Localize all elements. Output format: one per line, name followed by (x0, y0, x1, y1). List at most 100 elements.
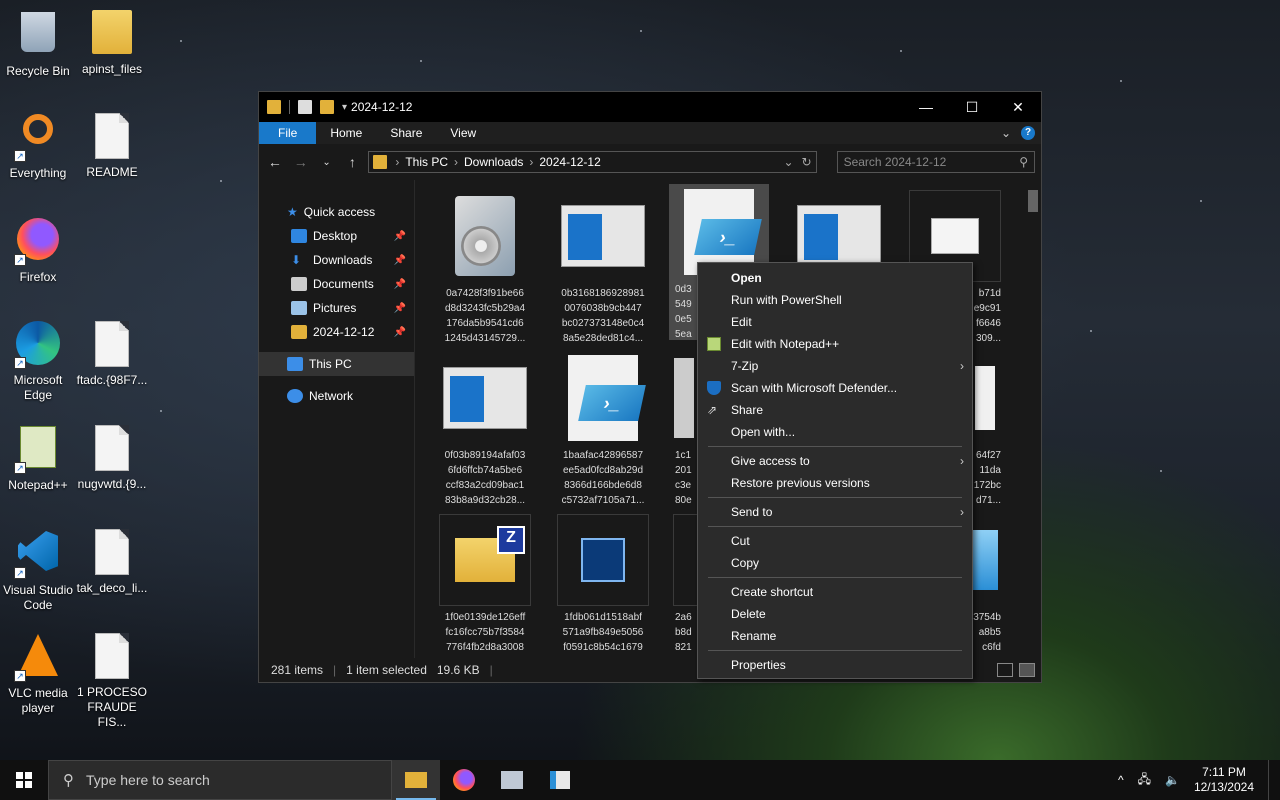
scrollbar-thumb[interactable] (1028, 190, 1038, 212)
divider (289, 100, 290, 114)
search-icon: ⚲ (1019, 155, 1028, 169)
desktop-icon-everything[interactable]: ↗ Everything (0, 112, 76, 181)
menu-item-edit-with-notepadpp[interactable]: Edit with Notepad++ (698, 333, 972, 355)
desktop-icon-vscode[interactable]: ↗ Visual Studio Code (0, 528, 76, 613)
desktop-icon-readme[interactable]: README (74, 112, 150, 180)
tab-home[interactable]: Home (316, 122, 376, 144)
volume-muted-icon[interactable]: 🔈 (1165, 773, 1180, 787)
menu-item-delete[interactable]: Delete (698, 603, 972, 625)
taskbar-file-explorer[interactable] (392, 760, 440, 800)
desktop-icon-apinst-files[interactable]: apinst_files (74, 8, 150, 77)
breadcrumb-current-folder[interactable]: 2024-12-12 (539, 155, 600, 169)
documents-icon (291, 277, 307, 291)
menu-item-share[interactable]: ⇗ Share (698, 399, 972, 421)
nav-item-pictures[interactable]: Pictures 📌 (259, 296, 414, 320)
vertical-scrollbar[interactable] (1025, 180, 1041, 658)
menu-item-create-shortcut[interactable]: Create shortcut (698, 581, 972, 603)
menu-label: Run with PowerShell (731, 293, 842, 307)
desktop-icon-vlc[interactable]: ↗ VLC media player (0, 632, 76, 716)
details-view-icon[interactable] (997, 663, 1013, 677)
menu-item-give-access-to[interactable]: Give access to › (698, 450, 972, 472)
up-arrow-icon[interactable]: ↑ (342, 154, 362, 170)
title-bar[interactable]: ▾ 2024-12-12 — ☐ ✕ (259, 92, 1041, 122)
nav-item-downloads[interactable]: ⬇ Downloads 📌 (259, 248, 414, 272)
breadcrumb-downloads[interactable]: Downloads (464, 155, 523, 169)
desktop-icon-firefox[interactable]: ↗ Firefox (0, 216, 76, 285)
new-folder-icon[interactable] (320, 100, 334, 114)
address-bar[interactable]: › This PC › Downloads › 2024-12-12 ⌄ ↻ (368, 151, 817, 173)
menu-item-7zip[interactable]: 7-Zip › (698, 355, 972, 377)
close-button[interactable]: ✕ (995, 92, 1041, 122)
clock[interactable]: 7:11 PM 12/13/2024 (1194, 765, 1254, 795)
taskbar-app-4[interactable] (536, 760, 584, 800)
menu-item-cut[interactable]: Cut (698, 530, 972, 552)
search-input[interactable]: Search 2024-12-12 ⚲ (836, 151, 1035, 173)
show-desktop-button[interactable] (1268, 760, 1272, 800)
desktop-icon-tak-deco[interactable]: tak_deco_li... (74, 528, 150, 596)
taskbar-app-3[interactable] (488, 760, 536, 800)
file-item[interactable]: 1f0e0139de126eff fc16fcc75b7f3584 776f4f… (435, 512, 535, 655)
defender-shield-icon (707, 381, 721, 395)
system-tray: ^ 🖧 🔈 7:11 PM 12/13/2024 (1118, 760, 1280, 800)
minimize-button[interactable]: — (903, 92, 949, 122)
file-name-line: bc027373148e0c4 (561, 318, 645, 329)
quick-access-toolbar-dropdown-icon[interactable]: ▾ (342, 102, 347, 113)
folder-icon (267, 100, 281, 114)
show-hidden-icons-chevron-icon[interactable]: ^ (1118, 773, 1124, 787)
properties-icon[interactable] (298, 100, 312, 114)
tab-share[interactable]: Share (376, 122, 436, 144)
window-title: 2024-12-12 (351, 100, 413, 114)
menu-item-open[interactable]: Open (698, 267, 972, 289)
refresh-icon[interactable]: ↻ (802, 155, 812, 169)
address-dropdown-chevron-icon[interactable]: ⌄ (783, 155, 793, 169)
application-icon (501, 771, 523, 789)
menu-label: Cut (731, 534, 750, 548)
taskbar-search-input[interactable]: ⚲ Type here to search (48, 760, 392, 800)
nav-item-folder-2024-12-12[interactable]: 2024-12-12 📌 (259, 320, 414, 344)
nav-network[interactable]: Network (259, 384, 414, 408)
tab-file[interactable]: File (259, 122, 317, 144)
desktop-icon-proceso[interactable]: 1 PROCESO FRAUDE FIS... (74, 632, 150, 730)
nav-quick-access[interactable]: ★ Quick access (259, 200, 414, 224)
file-item[interactable]: 1baafac42896587 ee5ad0fcd8ab29d 8366d166… (553, 350, 653, 508)
menu-item-copy[interactable]: Copy (698, 552, 972, 574)
menu-item-properties[interactable]: Properties (698, 654, 972, 676)
file-item[interactable]: 0b3168186928981 0076038b9cb447 bc0273731… (553, 188, 653, 346)
desktop-icon-edge[interactable]: ↗ Microsoft Edge (0, 320, 76, 403)
menu-item-rename[interactable]: Rename (698, 625, 972, 647)
large-icons-view-icon[interactable] (1019, 663, 1035, 677)
menu-separator (708, 650, 962, 651)
desktop-icon-notepadpp[interactable]: ↗ Notepad++ (0, 424, 76, 493)
file-item[interactable]: 0f03b89194afaf03 6fd6ffcb74a5be6 ccf83a2… (435, 350, 535, 508)
desktop-icon-recycle-bin[interactable]: Recycle Bin (0, 8, 76, 79)
menu-item-edit[interactable]: Edit (698, 311, 972, 333)
maximize-button[interactable]: ☐ (949, 92, 995, 122)
taskbar-firefox[interactable] (440, 760, 488, 800)
help-icon[interactable]: ? (1021, 126, 1035, 140)
start-button[interactable] (0, 760, 48, 800)
file-item[interactable]: 1fdb061d1518abf 571a9fb849e5056 f0591c8b… (553, 512, 653, 655)
menu-label: Open with... (731, 425, 796, 439)
expand-ribbon-chevron-icon[interactable]: ⌄ (1001, 126, 1011, 140)
item-count: 281 items (271, 663, 324, 677)
menu-item-send-to[interactable]: Send to › (698, 501, 972, 523)
forward-arrow-icon[interactable]: → (291, 154, 311, 170)
file-item[interactable]: 0a7428f3f91be66 d8d3243fc5b29a4 176da5b9… (435, 188, 535, 346)
desktop-icon-ftadc[interactable]: ftadc.{98F7... (74, 320, 150, 388)
zip-archive-icon (439, 514, 531, 606)
tab-view[interactable]: View (436, 122, 490, 144)
nav-item-desktop[interactable]: Desktop 📌 (259, 224, 414, 248)
menu-item-scan-defender[interactable]: Scan with Microsoft Defender... (698, 377, 972, 399)
menu-item-restore-previous-versions[interactable]: Restore previous versions (698, 472, 972, 494)
breadcrumb-this-pc[interactable]: This PC (405, 155, 448, 169)
recent-locations-chevron-icon[interactable]: ⌄ (317, 157, 337, 168)
desktop-icon-nugvwtd[interactable]: nugvwtd.{9... (74, 424, 150, 492)
menu-item-open-with[interactable]: Open with... (698, 421, 972, 443)
nav-item-documents[interactable]: Documents 📌 (259, 272, 414, 296)
nav-this-pc[interactable]: This PC (259, 352, 414, 376)
recycle-bin-icon (14, 12, 62, 60)
network-icon[interactable]: 🖧 (1138, 770, 1151, 791)
nav-label: Network (309, 389, 354, 403)
back-arrow-icon[interactable]: ← (265, 154, 285, 170)
menu-item-run-with-powershell[interactable]: Run with PowerShell (698, 289, 972, 311)
